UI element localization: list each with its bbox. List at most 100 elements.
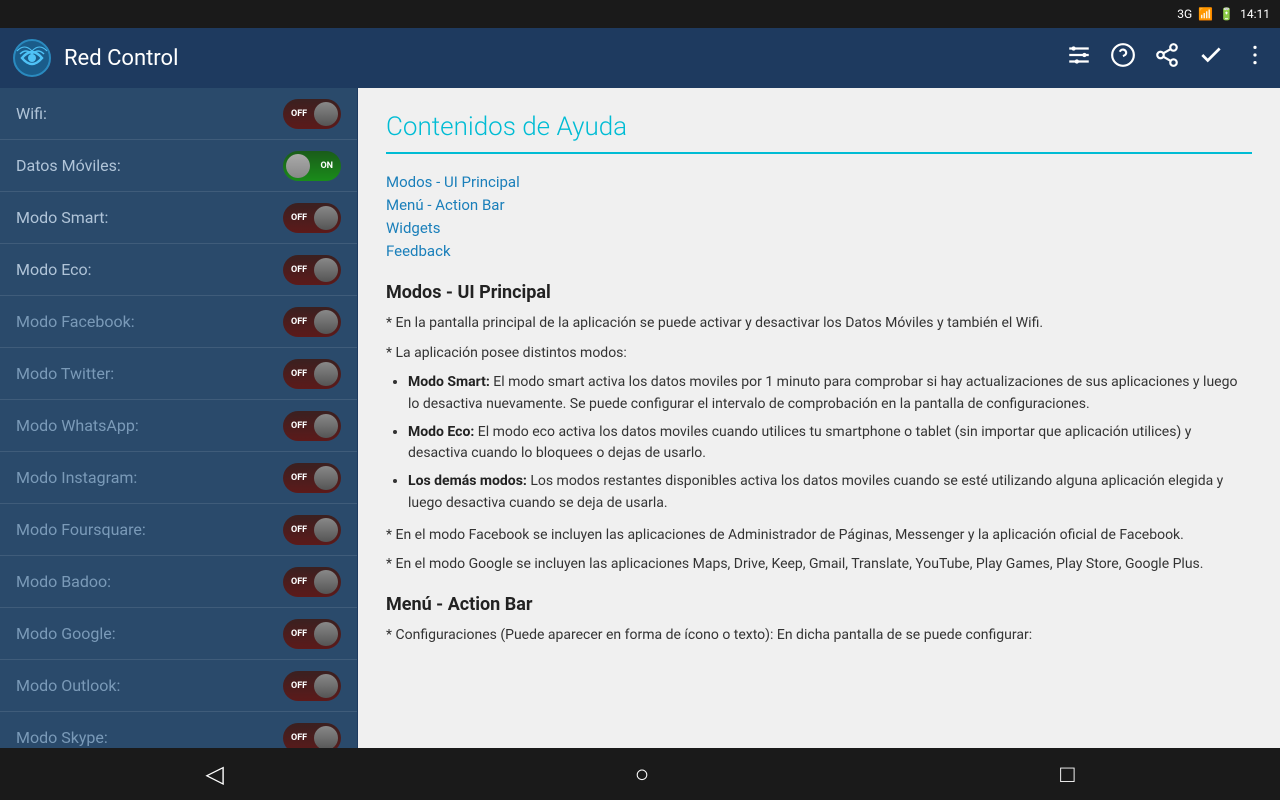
time-display: 14:11 bbox=[1240, 7, 1270, 21]
sidebar-item: Modo WhatsApp:OFF bbox=[0, 400, 357, 452]
app-title: Red Control bbox=[64, 46, 1066, 71]
sidebar-item-label: Modo Foursquare: bbox=[16, 520, 146, 539]
share-icon[interactable] bbox=[1154, 42, 1180, 74]
sidebar-item-label: Modo Badoo: bbox=[16, 572, 111, 591]
toggle-knob bbox=[314, 258, 338, 282]
toggle-knob bbox=[314, 518, 338, 542]
toggle-text: OFF bbox=[291, 369, 307, 379]
toc-link[interactable]: Widgets bbox=[386, 219, 440, 237]
battery-icon: 🔋 bbox=[1219, 7, 1234, 21]
toggle-text: OFF bbox=[291, 109, 307, 119]
help-paragraph: * La aplicación posee distintos modos: bbox=[386, 343, 1252, 365]
toggle-text: OFF bbox=[291, 473, 307, 483]
table-of-contents: Modos - UI Principal Menú - Action Bar Wid… bbox=[386, 172, 1252, 260]
section-title: Modos - UI Principal bbox=[386, 282, 1252, 303]
toggle-text: OFF bbox=[291, 265, 307, 275]
help-paragraph: * En el modo Google se incluyen las apli… bbox=[386, 554, 1252, 576]
sidebar-item: Modo Outlook: OFF bbox=[0, 660, 357, 712]
toggle-knob bbox=[314, 362, 338, 386]
toggle-text: OFF bbox=[291, 577, 307, 587]
toggle-text: OFF bbox=[291, 629, 307, 639]
sidebar-item-label: Modo Twitter: bbox=[16, 364, 114, 383]
sidebar-item: Modo Foursquare: OFF bbox=[0, 504, 357, 556]
toc-item: Modos - UI Principal bbox=[386, 172, 1252, 191]
toggle-switch[interactable]: OFF bbox=[283, 99, 341, 129]
status-bar: 3G 📶 🔋 14:11 bbox=[0, 0, 1280, 28]
toggle-knob bbox=[286, 154, 310, 178]
sidebar-item-label: Modo Facebook: bbox=[16, 312, 135, 331]
check-icon[interactable] bbox=[1198, 42, 1224, 74]
toggle-knob bbox=[314, 414, 338, 438]
sidebar-item-label: Modo Smart: bbox=[16, 208, 108, 227]
sidebar-item: Modo Smart: OFF bbox=[0, 192, 357, 244]
sidebar-item: Modo Facebook: OFF bbox=[0, 296, 357, 348]
toggle-knob bbox=[314, 622, 338, 646]
toc-link[interactable]: Feedback bbox=[386, 242, 451, 260]
toggle-knob bbox=[314, 466, 338, 490]
toggle-text: OFF bbox=[291, 213, 307, 223]
sidebar: Wifi:OFFDatos Móviles:ONModo Smart:OFFMo… bbox=[0, 88, 358, 800]
toggle-knob bbox=[314, 310, 338, 334]
help-icon[interactable] bbox=[1110, 42, 1136, 74]
help-title: Contenidos de Ayuda bbox=[386, 112, 1252, 154]
toggle-text: ON bbox=[320, 161, 333, 171]
toggle-switch[interactable]: OFF bbox=[283, 359, 341, 389]
toc-item: Menú - Action Bar bbox=[386, 195, 1252, 214]
overflow-menu-icon[interactable] bbox=[1242, 42, 1268, 74]
help-paragraph: * En el modo Facebook se incluyen las ap… bbox=[386, 525, 1252, 547]
toggle-knob bbox=[314, 570, 338, 594]
sidebar-item-label: Modo Outlook: bbox=[16, 676, 120, 695]
settings-icon[interactable] bbox=[1066, 42, 1092, 74]
toc-link[interactable]: Modos - UI Principal bbox=[386, 173, 520, 191]
list-item: Los demás modos: Los modos restantes dis… bbox=[408, 471, 1252, 514]
sidebar-item-label: Modo Eco: bbox=[16, 260, 92, 279]
toggle-text: OFF bbox=[291, 681, 307, 691]
help-paragraph: * Configuraciones (Puede aparecer en for… bbox=[386, 625, 1252, 647]
home-button[interactable]: ○ bbox=[635, 760, 650, 789]
toggle-switch[interactable]: OFF bbox=[283, 567, 341, 597]
signal-indicator: 3G bbox=[1177, 7, 1192, 21]
toggle-text: OFF bbox=[291, 421, 307, 431]
toc-link[interactable]: Menú - Action Bar bbox=[386, 196, 505, 214]
list-item: Modo Smart: El modo smart activa los dat… bbox=[408, 372, 1252, 415]
help-paragraph: * En la pantalla principal de la aplicac… bbox=[386, 313, 1252, 335]
toggle-switch[interactable]: OFF bbox=[283, 515, 341, 545]
toggle-switch[interactable]: OFF bbox=[283, 255, 341, 285]
toggle-knob bbox=[314, 674, 338, 698]
sidebar-item-label: Datos Móviles: bbox=[16, 156, 121, 175]
list-item: Modo Eco: El modo eco activa los datos m… bbox=[408, 422, 1252, 465]
toggle-text: OFF bbox=[291, 525, 307, 535]
toggle-knob bbox=[314, 206, 338, 230]
toc-item: Feedback bbox=[386, 241, 1252, 260]
back-button[interactable]: ◁ bbox=[205, 760, 223, 788]
sidebar-item: Datos Móviles: ON bbox=[0, 140, 357, 192]
action-bar: Red Control bbox=[0, 28, 1280, 88]
toggle-switch[interactable]: OFF bbox=[283, 411, 341, 441]
help-panel[interactable]: Contenidos de Ayuda Modos - UI Principal… bbox=[358, 88, 1280, 800]
sidebar-item: Modo Badoo: OFF bbox=[0, 556, 357, 608]
sidebar-item-label: Wifi: bbox=[16, 104, 47, 123]
recent-apps-button[interactable]: □ bbox=[1060, 760, 1075, 789]
sidebar-item-label: Modo Google: bbox=[16, 624, 116, 643]
main-content: Wifi:OFFDatos Móviles:ONModo Smart:OFFMo… bbox=[0, 88, 1280, 800]
toggle-knob bbox=[314, 102, 338, 126]
toggle-knob bbox=[314, 726, 338, 750]
sidebar-item: Modo Instagram:OFF bbox=[0, 452, 357, 504]
signal-bars-icon: 📶 bbox=[1198, 7, 1213, 21]
sidebar-item: Modo Eco: OFF bbox=[0, 244, 357, 296]
toggle-switch[interactable]: OFF bbox=[283, 307, 341, 337]
toggle-switch[interactable]: OFF bbox=[283, 463, 341, 493]
sidebar-item: Modo Google: OFF bbox=[0, 608, 357, 660]
toggle-text: OFF bbox=[291, 317, 307, 327]
action-icons bbox=[1066, 42, 1268, 74]
toggle-switch[interactable]: OFF bbox=[283, 619, 341, 649]
toggle-switch[interactable]: OFF bbox=[283, 203, 341, 233]
bottom-nav-bar: ◁ ○ □ bbox=[0, 748, 1280, 800]
toggle-text: OFF bbox=[291, 733, 307, 743]
toggle-switch[interactable]: ON bbox=[283, 151, 341, 181]
sidebar-item-label: Modo Skype: bbox=[16, 728, 108, 747]
app-logo bbox=[12, 38, 52, 78]
help-bullet-list: Modo Smart: El modo smart activa los dat… bbox=[386, 372, 1252, 514]
sidebar-item: Modo Twitter: OFF bbox=[0, 348, 357, 400]
toggle-switch[interactable]: OFF bbox=[283, 671, 341, 701]
